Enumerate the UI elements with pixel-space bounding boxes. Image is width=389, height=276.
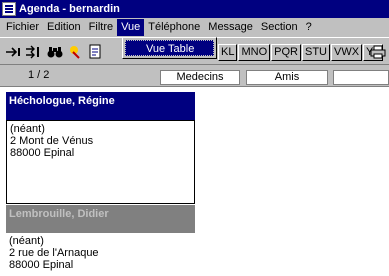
arrow-right-branch-icon[interactable] — [24, 43, 42, 61]
contact-phone: (néant) — [10, 123, 45, 135]
menu-section[interactable]: Section — [257, 19, 302, 36]
alpha-index: KL MNO PQR STU VWX YZ — [218, 44, 384, 61]
menu-message[interactable]: Message — [204, 19, 257, 36]
tab-bar: 1 / 2 Medecins Amis — [0, 65, 389, 87]
contact-card-header[interactable]: Lembrouille, Didier — [6, 205, 195, 233]
alpha-button-mno[interactable]: MNO — [238, 44, 271, 61]
printer-icon[interactable] — [369, 43, 387, 61]
tab-empty[interactable] — [333, 70, 389, 85]
window-title: Agenda - bernardin — [19, 3, 120, 15]
alpha-button-kl[interactable]: KL — [218, 44, 238, 61]
contact-address: 2 rue de l'Arnaque — [9, 247, 99, 259]
binoculars-icon[interactable] — [46, 43, 64, 61]
alpha-button-stu[interactable]: STU — [301, 44, 330, 61]
contact-address: 2 Mont de Vénus — [10, 135, 94, 147]
menu-telephone[interactable]: Téléphone — [144, 19, 204, 36]
menu-edition[interactable]: Edition — [43, 19, 85, 36]
menu-bar: Fichier Edition Filtre Vue Téléphone Mes… — [0, 18, 389, 37]
menu-item-vue-table[interactable]: Vue Table — [125, 40, 214, 56]
document-icon[interactable] — [86, 43, 104, 61]
contact-phone: (néant) — [9, 235, 44, 247]
menu-filtre[interactable]: Filtre — [85, 19, 117, 36]
contact-city: 88000 Epinal — [9, 259, 74, 271]
arrow-right-icon[interactable] — [4, 43, 22, 61]
menu-fichier[interactable]: Fichier — [2, 19, 43, 36]
alpha-button-pqr[interactable]: PQR — [271, 44, 301, 61]
vue-menu-dropdown: Vue Table — [122, 37, 217, 59]
contact-card-body[interactable]: (néant) 2 rue de l'Arnaque 88000 Epinal — [6, 233, 195, 276]
contact-city: 88000 Epinal — [10, 147, 75, 159]
page-indicator: 1 / 2 — [28, 69, 50, 81]
title-bar: Agenda - bernardin — [0, 0, 389, 18]
contact-card-body[interactable]: (néant) 2 Mont de Vénus 88000 Epinal — [6, 120, 195, 204]
agenda-app-icon[interactable] — [2, 2, 16, 16]
tab-medecins[interactable]: Medecins — [160, 70, 240, 85]
menu-vue[interactable]: Vue — [117, 19, 145, 36]
tab-amis[interactable]: Amis — [246, 70, 328, 85]
alpha-button-vwx[interactable]: VWX — [330, 44, 363, 61]
menu-help[interactable]: ? — [302, 19, 316, 36]
pointer-icon[interactable] — [66, 43, 84, 61]
contact-card-header[interactable]: Héchologue, Régine — [6, 92, 195, 120]
